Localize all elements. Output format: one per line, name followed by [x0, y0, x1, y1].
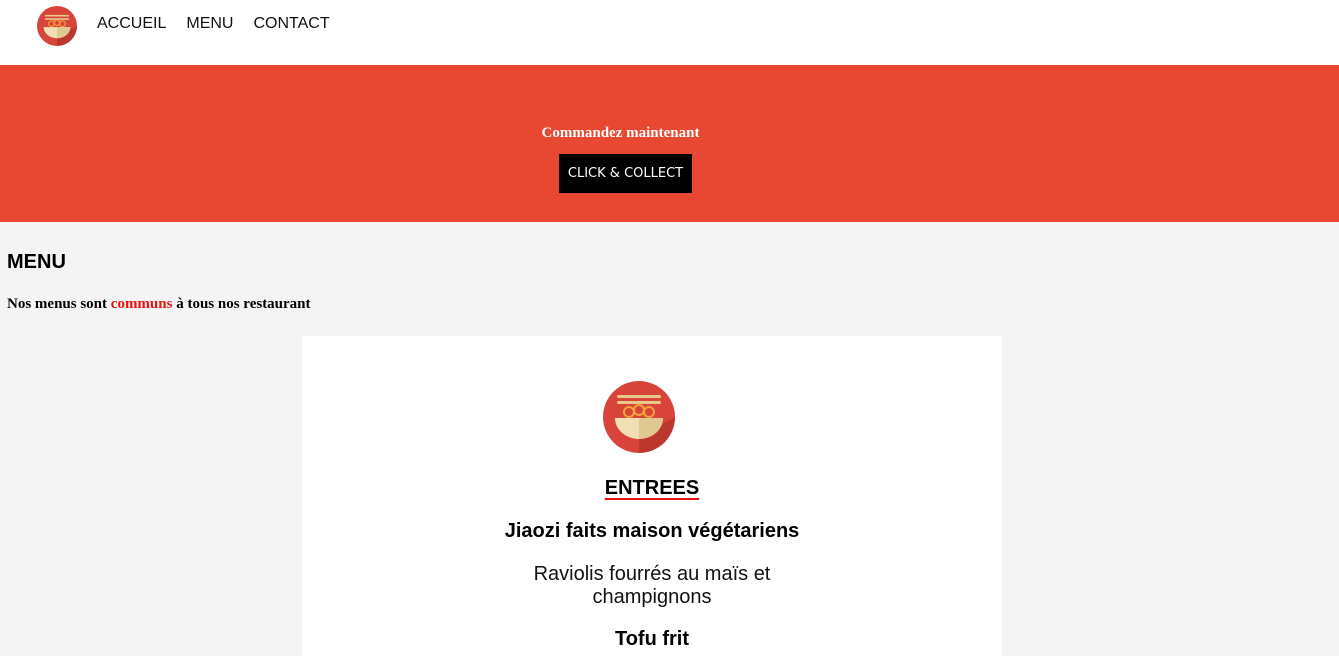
- subtitle-text-before: Nos menus sont: [7, 296, 111, 312]
- order-banner: Commandez maintenant CLICK & COLLECT: [0, 65, 1339, 222]
- noodle-bowl-logo-icon[interactable]: [37, 6, 77, 46]
- page-title: MENU: [7, 251, 66, 273]
- noodle-bowl-icon: [603, 381, 675, 453]
- dish-description: Raviolis fourrés au maïs et champignons: [533, 563, 771, 608]
- nav-item-menu[interactable]: MENU: [186, 14, 233, 34]
- nav-item-contact[interactable]: CONTACT: [253, 14, 329, 34]
- menu-section: MENU Nos menus sont communs à tous nos r…: [0, 222, 1339, 656]
- nav-item-accueil[interactable]: ACCUEIL: [97, 14, 166, 34]
- site-header: ACCUEIL MENU CONTACT: [0, 0, 1339, 65]
- dish-name: Jiaozi faits maison végétariens: [504, 520, 800, 542]
- main-nav: ACCUEIL MENU CONTACT: [97, 14, 330, 34]
- banner-text: Commandez maintenant: [541, 125, 700, 141]
- subtitle-highlight: communs: [110, 296, 173, 312]
- subtitle-text-after: à tous nos restaurant: [172, 296, 311, 312]
- menu-card: ENTREES Jiaozi faits maison végétariens …: [302, 336, 1002, 656]
- category-label: ENTREES: [604, 477, 700, 499]
- menu-subtitle: Nos menus sont communs à tous nos restau…: [7, 296, 311, 313]
- click-collect-button[interactable]: CLICK & COLLECT: [559, 154, 692, 193]
- category-title: ENTREES: [302, 477, 1002, 500]
